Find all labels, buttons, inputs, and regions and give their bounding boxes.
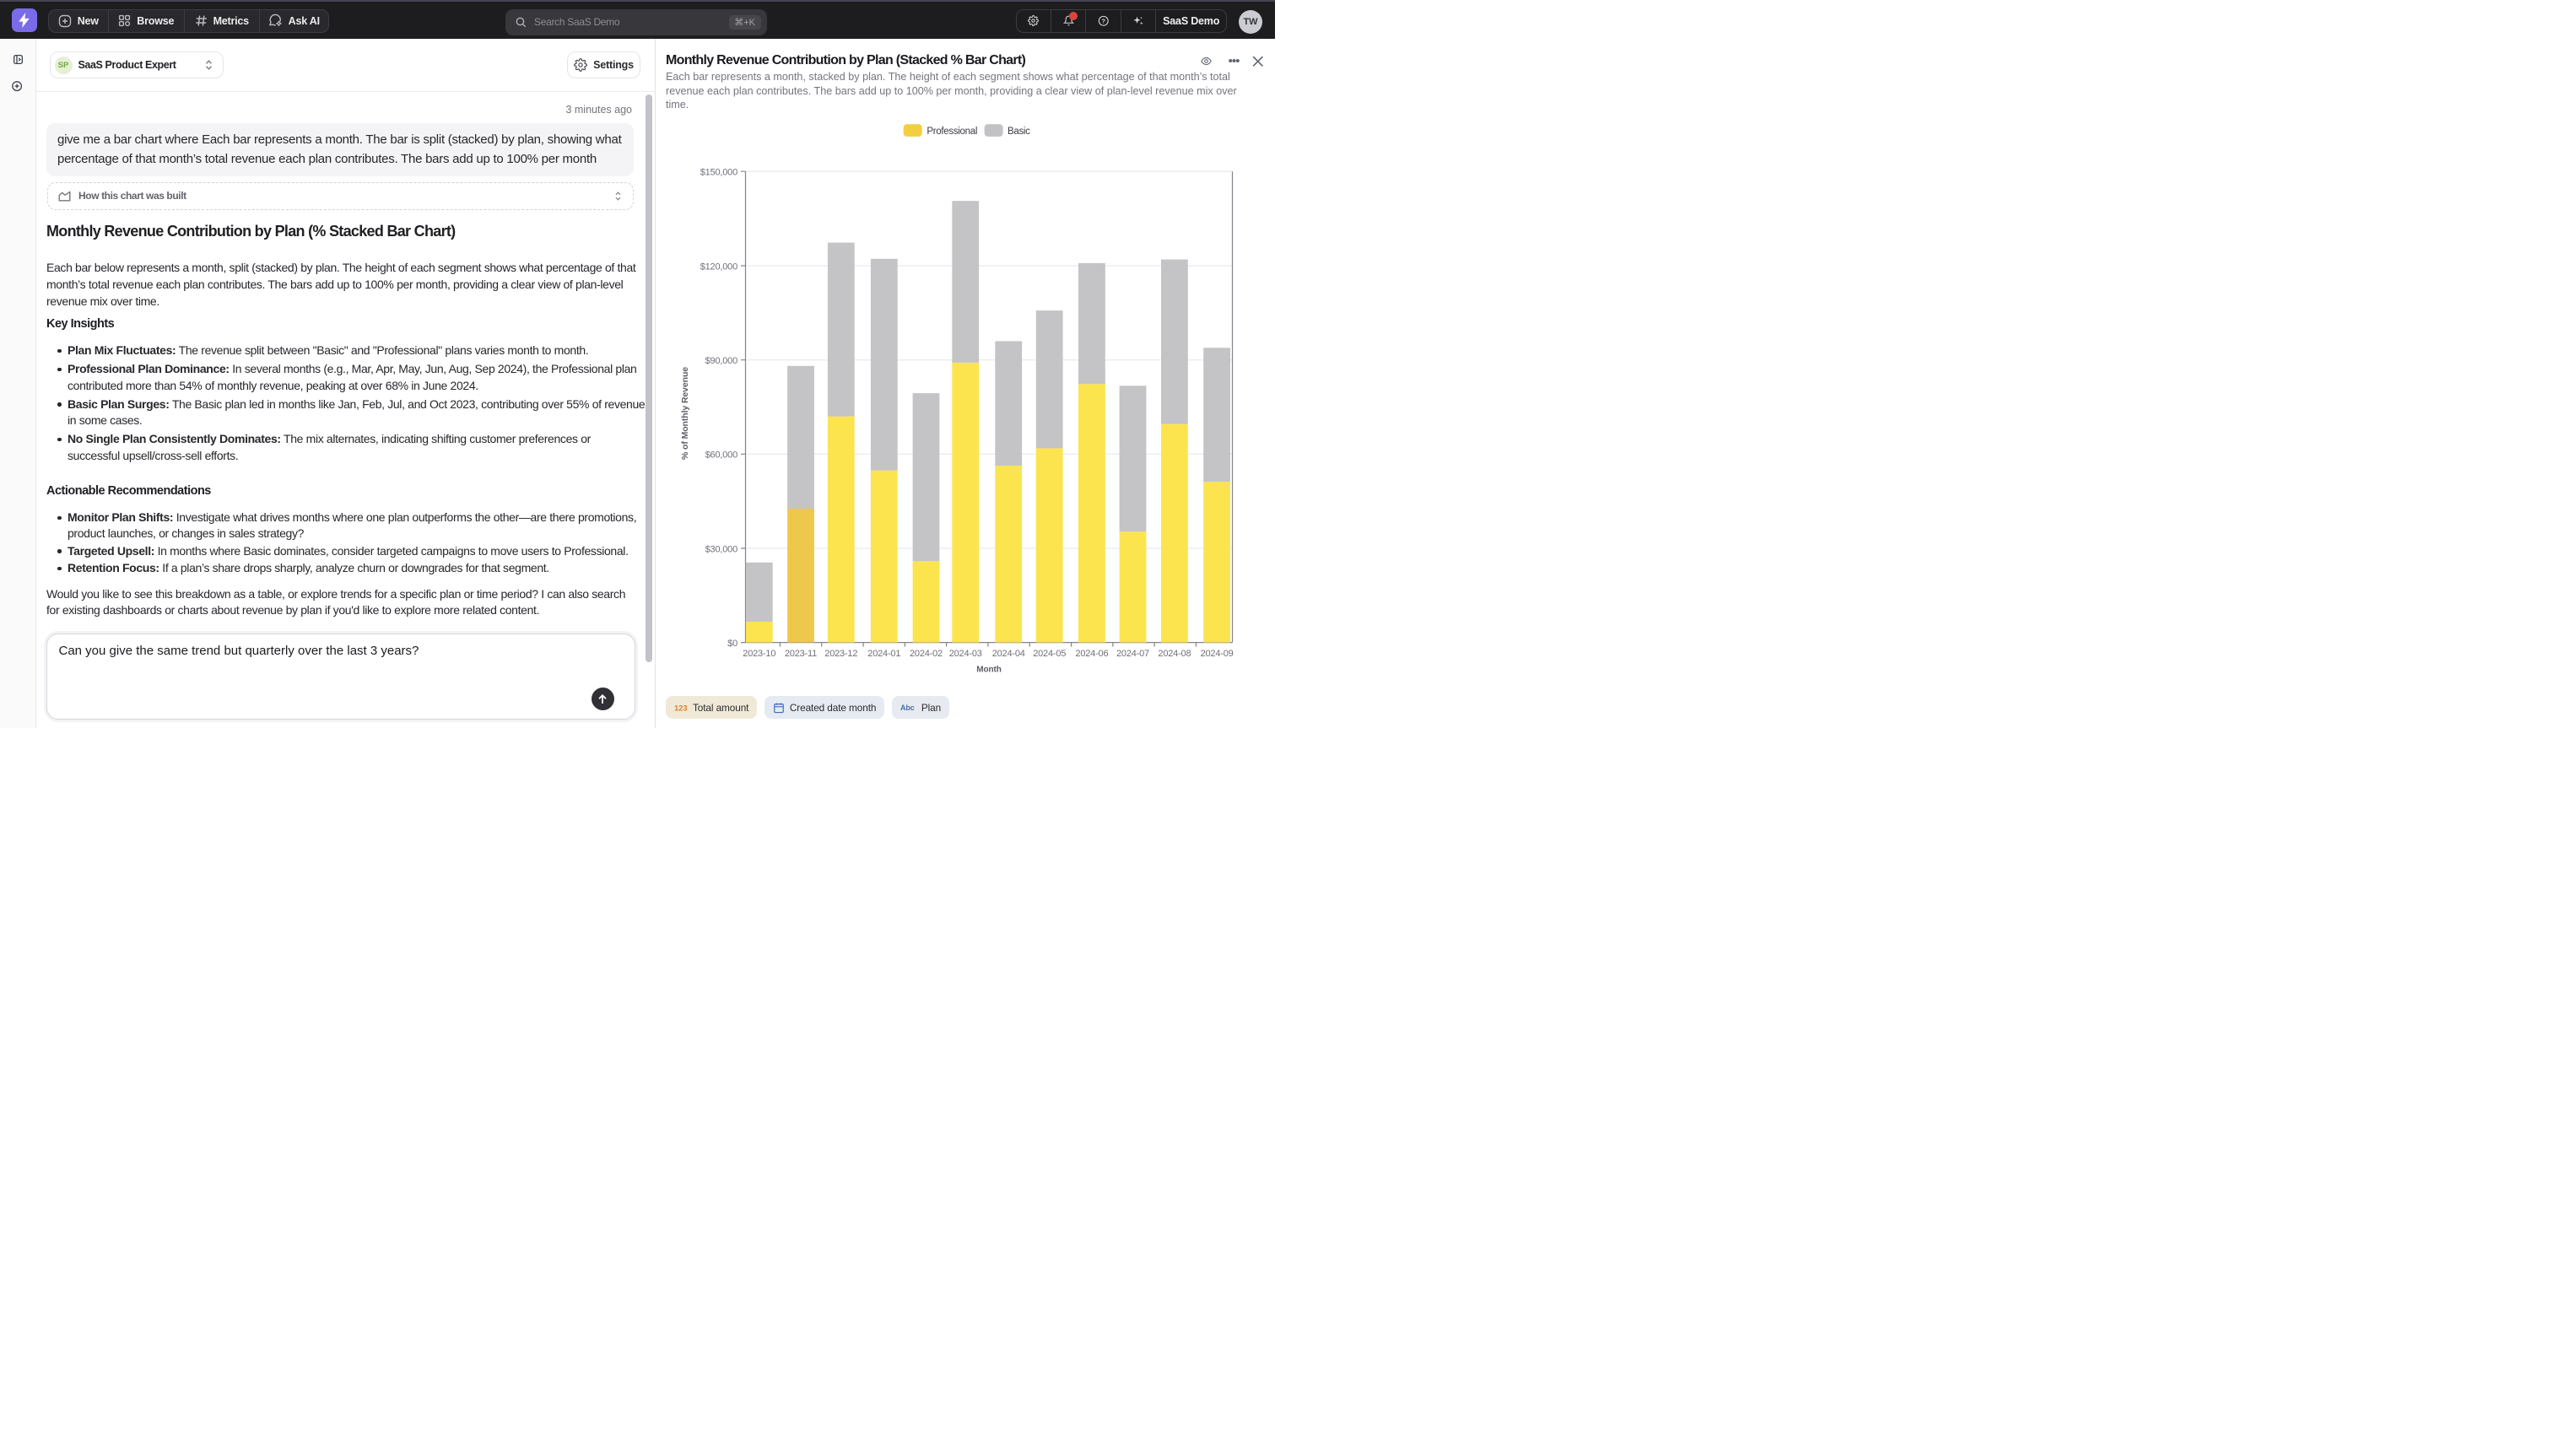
svg-text:?: ?: [1101, 18, 1105, 25]
svg-text:$120,000: $120,000: [700, 262, 737, 272]
svg-text:$0: $0: [727, 639, 737, 649]
svg-text:2024-03: 2024-03: [948, 649, 981, 659]
svg-text:Basic: Basic: [1008, 127, 1030, 137]
svg-text:2024-05: 2024-05: [1033, 649, 1066, 659]
svg-text:2023-11: 2023-11: [784, 649, 816, 659]
svg-text:Professional: Professional: [927, 127, 977, 137]
svg-text:2023-10: 2023-10: [743, 649, 775, 659]
svg-text:2024-08: 2024-08: [1158, 649, 1191, 659]
svg-text:2024-04: 2024-04: [991, 649, 1024, 659]
svg-text:2024-07: 2024-07: [1116, 649, 1149, 659]
svg-text:2024-09: 2024-09: [1200, 649, 1233, 659]
svg-text:2023-12: 2023-12: [824, 649, 857, 659]
svg-text:$60,000: $60,000: [705, 450, 737, 461]
svg-text:Month: Month: [976, 666, 1002, 675]
svg-text:Abc: Abc: [900, 704, 915, 712]
svg-text:$30,000: $30,000: [705, 544, 737, 554]
svg-text:2024-01: 2024-01: [867, 649, 900, 659]
svg-text:$150,000: $150,000: [700, 168, 737, 178]
svg-text:123: 123: [674, 704, 688, 713]
svg-text:$90,000: $90,000: [705, 356, 737, 366]
svg-text:2024-02: 2024-02: [910, 649, 943, 659]
svg-text:2024-06: 2024-06: [1075, 649, 1108, 659]
svg-text:% of Monthly Revenue: % of Monthly Revenue: [680, 367, 690, 460]
